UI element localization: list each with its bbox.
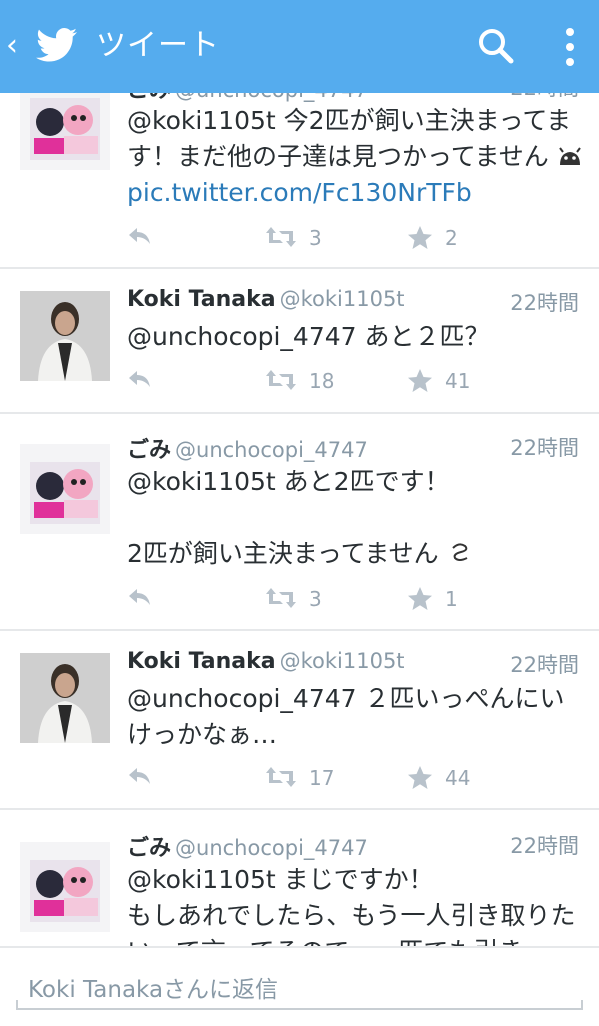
favorite-count: 44 <box>445 766 471 790</box>
avatar[interactable] <box>20 653 110 743</box>
tweet-text: @koki1105t 今2匹が飼い主決まってます！まだ他の子達は見つかってません… <box>127 103 583 211</box>
retweet-icon <box>266 588 296 608</box>
tweet-item[interactable]: Koki Tanaka @koki1105t 22時間 @unchocopi_47… <box>0 269 599 414</box>
tweet-author-handle[interactable]: @koki1105t <box>280 649 405 673</box>
retweet-count: 18 <box>309 369 335 393</box>
reply-bar: Koki Tanakaさんに返信 <box>0 946 599 1026</box>
retweet-count: 3 <box>309 587 322 611</box>
reply-icon <box>129 228 150 244</box>
tweet-timeline[interactable]: ごみ@unchocopi_4747 22時間 @koki1105t 今2匹が飼い… <box>0 93 599 946</box>
avatar[interactable] <box>20 444 110 534</box>
tweet-author-handle[interactable]: @unchocopi_4747 <box>175 93 368 102</box>
tweet-author-name[interactable]: ごみ <box>127 836 171 861</box>
favorite-count: 1 <box>445 587 458 611</box>
tweet-actions: 3 1 <box>127 584 587 614</box>
star-icon <box>408 369 432 392</box>
reply-icon <box>129 768 150 784</box>
tweet-item[interactable]: ごみ @unchocopi_4747 22時間 @koki1105t まじですか！… <box>0 810 599 946</box>
tweet-actions: 17 44 <box>127 763 587 793</box>
tweet-item[interactable]: Koki Tanaka @koki1105t 22時間 @unchocopi_47… <box>0 631 599 810</box>
tweet-actions: 3 2 <box>127 223 587 253</box>
favorite-count: 2 <box>445 226 458 250</box>
tweet-body: @koki1105t 今2匹が飼い主決まってます！まだ他の子達は見つかってません <box>127 106 572 171</box>
tweet-time: 22時間 <box>510 291 579 315</box>
android-icon <box>558 147 581 165</box>
retweet-icon <box>266 767 296 787</box>
tweet-text-line: @koki1105t まじですか！ <box>127 865 434 894</box>
tweet-item[interactable]: ごみ @unchocopi_4747 22時間 @koki1105t 今2匹が飼い… <box>0 93 599 269</box>
star-icon <box>408 226 432 249</box>
favorite-count: 41 <box>445 369 471 393</box>
avatar[interactable] <box>20 842 110 932</box>
reply-icon <box>129 589 150 605</box>
avatar[interactable] <box>20 93 110 170</box>
search-icon[interactable] <box>476 26 516 66</box>
page-title: ツイート <box>96 28 220 63</box>
tweet-time: 22時間 <box>510 834 579 858</box>
tweet-actions: 18 41 <box>127 366 587 396</box>
tweet-author-name[interactable]: Koki Tanaka <box>127 287 276 312</box>
tweet-author-name[interactable]: ごみ <box>127 438 171 463</box>
tweet-author-name[interactable]: Koki Tanaka <box>127 649 276 674</box>
tweet-body: 2匹が飼い主決まってません <box>127 539 439 568</box>
avatar[interactable] <box>20 291 110 381</box>
reply-icon <box>129 371 150 387</box>
doodle-emoji-icon <box>451 543 468 561</box>
tweet-author-handle[interactable]: @unchocopi_4747 <box>175 438 368 462</box>
tweet-time: 22時間 <box>510 436 579 460</box>
retweet-count: 3 <box>309 226 322 250</box>
app-bar: ‹ ツイート <box>0 0 599 93</box>
reply-input-underline <box>16 1000 583 1010</box>
star-icon <box>408 766 432 789</box>
twitter-bird-icon[interactable] <box>36 27 78 65</box>
tweet-text: @unchocopi_4747 あと２匹？ <box>127 322 490 351</box>
reply-input[interactable]: Koki Tanakaさんに返信 <box>28 970 278 1004</box>
tweet-text: @unchocopi_4747 ２匹いっぺんにいけっかなぁ… <box>127 684 565 749</box>
retweet-count: 17 <box>309 766 335 790</box>
tweet-text-line: もしあれでしたら、もう一人引き取りたいって言ってるので、一匹でも引き <box>127 901 576 946</box>
star-icon <box>408 587 432 610</box>
tweet-author-name[interactable]: ごみ <box>127 93 171 103</box>
tweet-item[interactable]: ごみ @unchocopi_4747 22時間 @koki1105t あと2匹です… <box>0 414 599 631</box>
tweet-author-handle[interactable]: @koki1105t <box>280 287 405 311</box>
tweet-time: 22時間 <box>510 653 579 677</box>
tweet-time: 22時間 <box>510 93 579 102</box>
retweet-icon <box>266 227 296 247</box>
tweet-text-line: @koki1105t あと2匹です！ <box>127 467 450 496</box>
retweet-icon <box>266 370 296 390</box>
back-icon[interactable]: ‹ <box>6 28 18 64</box>
tweet-text-line: 2匹が飼い主決まってません <box>127 536 583 572</box>
more-vert-icon[interactable] <box>560 26 580 68</box>
tweet-link[interactable]: pic.twitter.com/Fc130NrTFb <box>127 178 472 207</box>
tweet-author-handle[interactable]: @unchocopi_4747 <box>175 836 368 860</box>
